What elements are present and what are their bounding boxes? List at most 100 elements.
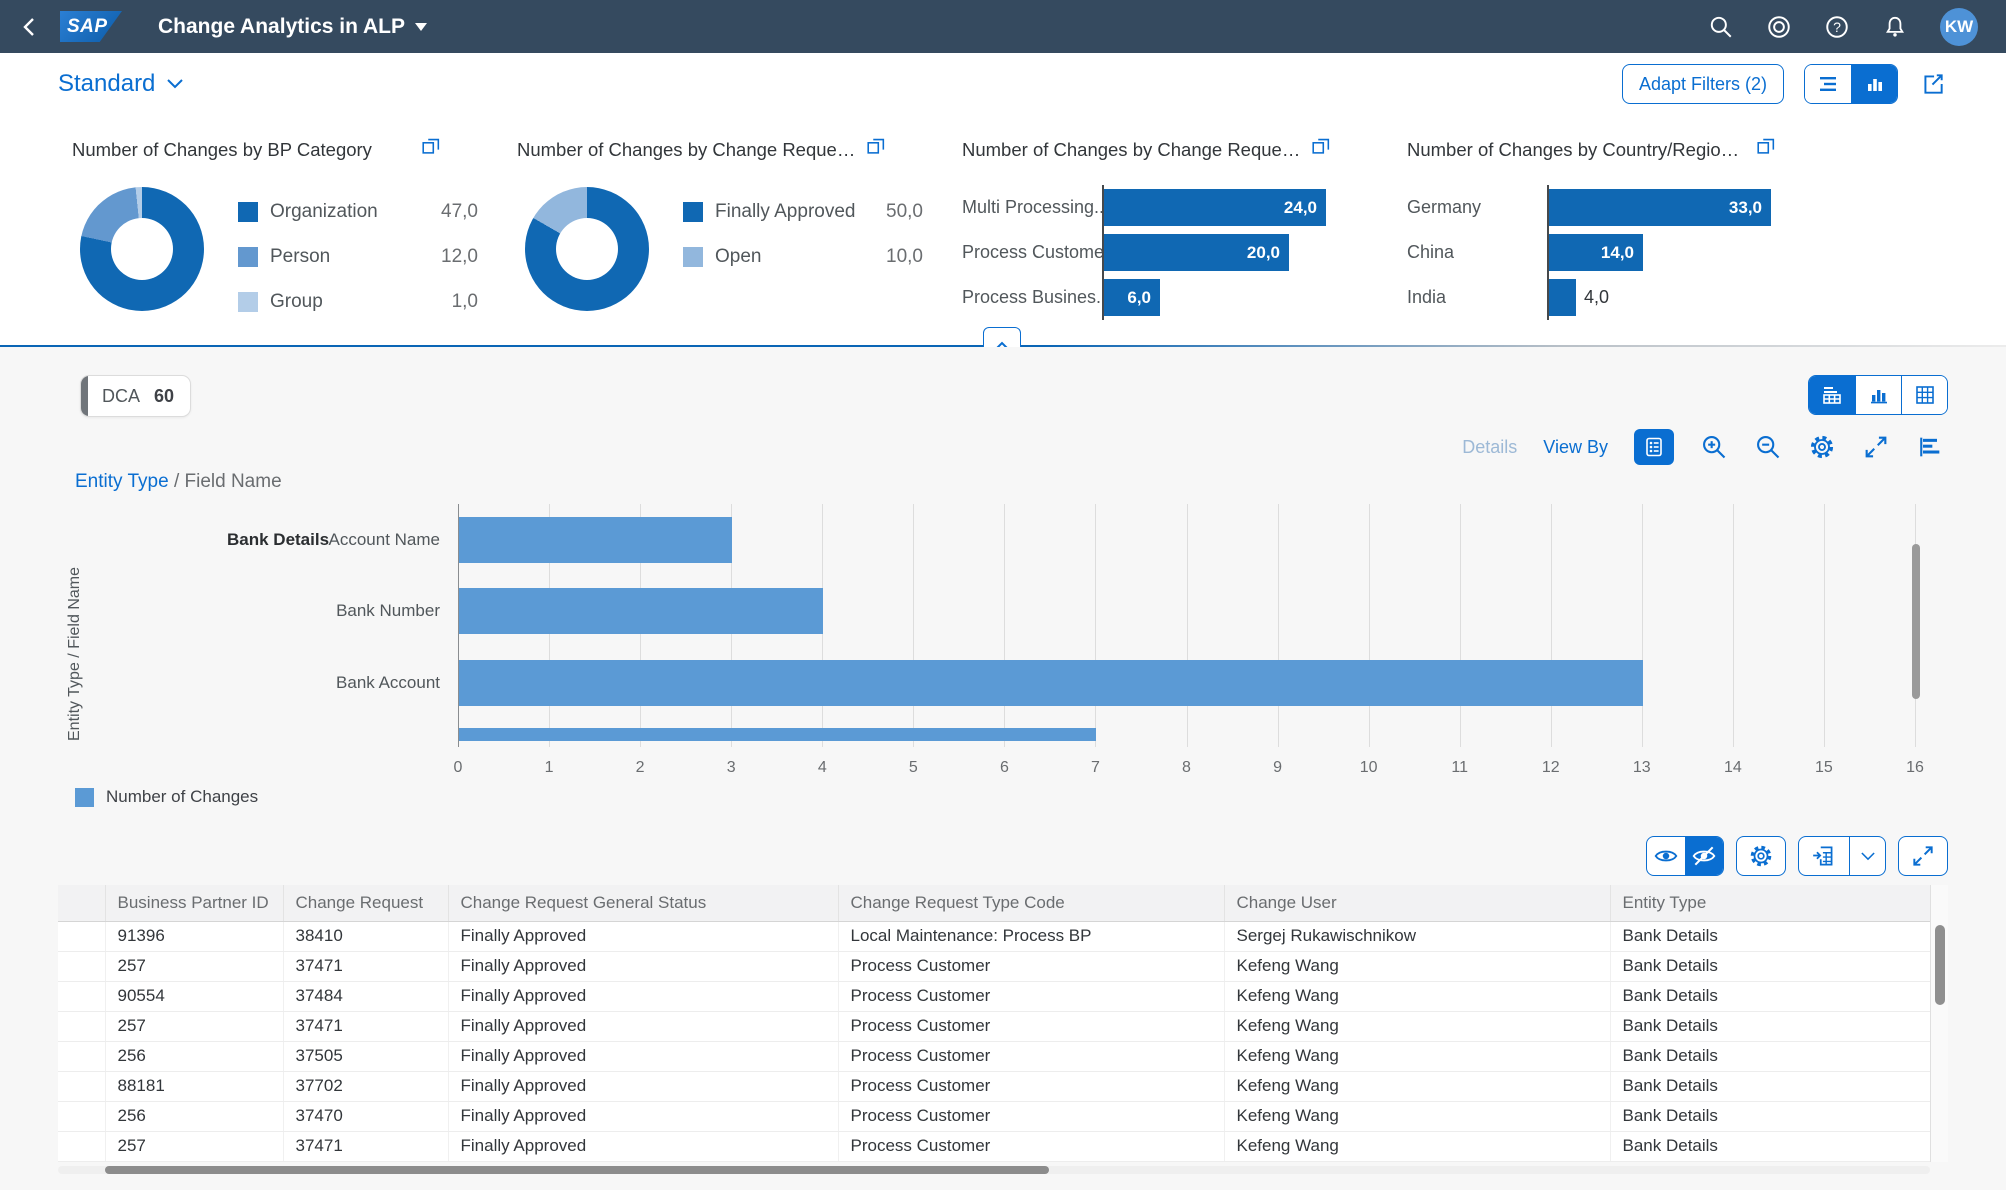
table-row[interactable]: 257 37471 Finally Approved Process Customer…: [58, 1011, 1930, 1042]
table-vertical-scrollbar-thumb[interactable]: [1935, 925, 1945, 1005]
chart-vertical-scrollbar[interactable]: [1912, 544, 1920, 699]
donut-chart[interactable]: [525, 187, 649, 311]
column-header[interactable]: Change Request: [282, 885, 448, 922]
bar[interactable]: [1549, 279, 1576, 316]
variant-selector[interactable]: Standard: [58, 70, 184, 98]
adapt-filters-button[interactable]: Adapt Filters (2): [1621, 64, 1784, 104]
bar[interactable]: 14,0: [1549, 234, 1643, 271]
row-selector-cell[interactable]: [58, 1041, 105, 1072]
donut-chart[interactable]: [80, 187, 204, 311]
bell-icon[interactable]: [1882, 14, 1908, 40]
table-row[interactable]: 88181 37702 Finally Approved Process Custom…: [58, 1071, 1930, 1102]
kpi-legend: Finally Approved 50,0 Open 10,0: [683, 189, 923, 311]
row-selector-cell[interactable]: [58, 1131, 105, 1162]
table-row[interactable]: 256 37470 Finally Approved Process Customer…: [58, 1101, 1930, 1132]
bar[interactable]: 33,0: [1549, 189, 1771, 226]
bar[interactable]: 20,0: [1104, 234, 1289, 271]
kpi-legend: Organization 47,0 Person 12,0 Group 1,0: [238, 189, 478, 324]
fullscreen-icon[interactable]: [1862, 433, 1890, 461]
table-cell: 37484: [282, 981, 448, 1012]
column-header[interactable]: Change Request General Status: [447, 885, 838, 922]
eye-slash-icon[interactable]: [1685, 837, 1723, 875]
table-cell: 91396: [104, 921, 283, 952]
dca-filter-chip[interactable]: DCA 60: [80, 375, 192, 417]
breadcrumb-entity-type-link[interactable]: Entity Type: [75, 471, 169, 492]
sap-logo[interactable]: SAP: [60, 11, 122, 42]
x-tick-label: 3: [726, 759, 736, 776]
table-row[interactable]: 90554 37484 Finally Approved Process Custom…: [58, 981, 1930, 1012]
table-fullscreen-button[interactable]: [1898, 836, 1948, 876]
open-in-new-window-icon[interactable]: [865, 135, 887, 162]
row-selector-cell[interactable]: [58, 1071, 105, 1102]
legend-item[interactable]: Person 12,0: [238, 234, 478, 279]
legend-item[interactable]: Open 10,0: [683, 234, 923, 279]
settings-icon[interactable]: [1808, 433, 1836, 461]
x-tick-label: 10: [1359, 759, 1378, 776]
bar[interactable]: [459, 517, 732, 563]
row-selector-cell[interactable]: [58, 1101, 105, 1132]
column-header[interactable]: Change User: [1223, 885, 1610, 922]
table-row[interactable]: 257 37471 Finally Approved Process Customer…: [58, 951, 1930, 982]
bar[interactable]: 24,0: [1104, 189, 1326, 226]
table-cell: 256: [104, 1041, 283, 1072]
legend-swatch: [238, 201, 258, 222]
kpi-card-title: Number of Changes by BP Category: [72, 139, 372, 160]
legend-item[interactable]: Organization 47,0: [238, 189, 478, 234]
table-view-icon[interactable]: [1901, 376, 1947, 414]
table-vertical-scrollbar[interactable]: [1930, 885, 1948, 1162]
search-icon[interactable]: [1708, 14, 1734, 40]
legend-icon[interactable]: [1634, 429, 1674, 465]
table-cell: Process Customer: [837, 951, 1224, 982]
legend-item[interactable]: Group 1,0: [238, 279, 478, 324]
row-selector-cell[interactable]: [58, 951, 105, 982]
zoom-in-icon[interactable]: [1700, 433, 1728, 461]
back-icon[interactable]: [0, 15, 60, 39]
open-in-new-window-icon[interactable]: [1310, 135, 1332, 162]
bar-chart-icon[interactable]: [1851, 65, 1897, 103]
column-header[interactable]: Change Request Type Code: [837, 885, 1224, 922]
view-by-button[interactable]: View By: [1543, 437, 1608, 458]
chart-view-icon[interactable]: [1855, 376, 1901, 414]
chart-table-view-icon[interactable]: [1809, 376, 1855, 414]
horizontal-bar-chart-icon[interactable]: [1916, 433, 1944, 461]
zoom-out-icon[interactable]: [1754, 433, 1782, 461]
column-header[interactable]: Entity Type: [1609, 885, 1930, 922]
row-selector-cell[interactable]: [58, 1011, 105, 1042]
table-cell: Process Customer: [837, 1041, 1224, 1072]
legend-item[interactable]: Finally Approved 50,0: [683, 189, 923, 234]
app-title-menu[interactable]: Change Analytics in ALP: [158, 15, 427, 39]
copilot-icon[interactable]: [1766, 14, 1792, 40]
table-row[interactable]: 256 37505 Finally Approved Process Customer…: [58, 1041, 1930, 1072]
table-cell: Kefeng Wang: [1223, 1131, 1610, 1162]
table-cell: 37471: [282, 1011, 448, 1042]
table-row[interactable]: 257 37471 Finally Approved Process Customer…: [58, 1131, 1930, 1162]
filter-rows-icon[interactable]: [1805, 65, 1851, 103]
kpi-card-title: Number of Changes by Country/Region Key: [1407, 139, 1747, 160]
chip-label: DCA: [102, 385, 141, 406]
table-cell: Kefeng Wang: [1223, 981, 1610, 1012]
avatar[interactable]: KW: [1940, 7, 1978, 46]
table-settings-button[interactable]: [1736, 836, 1786, 876]
export-menu-chevron-down-icon[interactable]: [1849, 837, 1885, 875]
export-spreadsheet-icon[interactable]: [1799, 837, 1849, 875]
bar[interactable]: [459, 588, 823, 634]
bar[interactable]: 6,0: [1104, 279, 1160, 316]
row-selector-column-header[interactable]: [58, 885, 105, 922]
eye-icon[interactable]: [1647, 837, 1685, 875]
table-row[interactable]: 91396 38410 Finally Approved Local Maintena…: [58, 921, 1930, 952]
kpi-card-row: Number of Changes by BP Category Organiz…: [0, 115, 2006, 345]
column-header[interactable]: Business Partner ID: [104, 885, 283, 922]
row-selector-cell[interactable]: [58, 921, 105, 952]
table-cell: Local Maintenance: Process BP: [837, 921, 1224, 952]
gridline: [1186, 504, 1188, 747]
open-in-new-window-icon[interactable]: [1755, 135, 1777, 162]
row-selector-cell[interactable]: [58, 981, 105, 1012]
chip-count-badge: 60: [154, 385, 175, 406]
bar[interactable]: [459, 728, 1096, 741]
help-icon[interactable]: ?: [1824, 14, 1850, 40]
bar[interactable]: [459, 660, 1643, 706]
table-horizontal-scrollbar-thumb[interactable]: [105, 1166, 1049, 1174]
share-icon[interactable]: [1918, 69, 1948, 99]
open-in-new-window-icon[interactable]: [420, 135, 442, 162]
table-horizontal-scrollbar[interactable]: [58, 1166, 1930, 1174]
